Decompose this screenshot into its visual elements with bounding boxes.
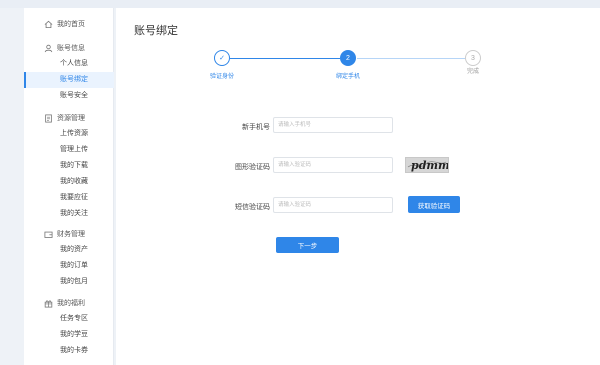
sidebar-item-account-binding[interactable]: 账号绑定 [24, 72, 114, 88]
document-icon [44, 113, 53, 123]
captcha-image[interactable]: pdmm [405, 157, 450, 173]
step-1-circle: ✓ [214, 50, 230, 66]
sidebar-item-monthly[interactable]: 我的包月 [24, 274, 114, 290]
gift-icon [44, 299, 53, 308]
sms-code-label: 短信验证码 [235, 204, 270, 211]
captcha-graphic: pdmm [406, 158, 450, 172]
sidebar-item-upload[interactable]: 上传资源 [24, 126, 114, 142]
home-icon [44, 20, 53, 29]
sidebar-item-favorites[interactable]: 我的收藏 [24, 174, 114, 190]
main-panel: 账号绑定 ✓ 验证身份 2 绑定手机 3 完成 新手机号 请输入手机号 图形验证… [116, 8, 600, 365]
get-sms-code-button[interactable]: 获取验证码 [408, 196, 460, 213]
image-code-label: 图形验证码 [235, 164, 270, 171]
sidebar-head-resources[interactable]: 资源管理 [24, 110, 114, 126]
sidebar-group-resources: 资源管理 上传资源 管理上传 我的下载 我的收藏 我要应征 我的关注 [24, 110, 114, 222]
sidebar-group-account: 账号信息 个人信息 账号绑定 账号安全 [24, 40, 114, 104]
step-2-circle: 2 [340, 50, 356, 66]
sidebar-resources-label: 资源管理 [57, 115, 85, 122]
step-3-circle: 3 [465, 50, 481, 66]
sidebar-welfare-label: 我的福利 [57, 300, 85, 307]
sidebar-item-home[interactable]: 我的首页 [24, 16, 114, 32]
wallet-icon [44, 230, 53, 239]
page-title: 账号绑定 [134, 25, 178, 37]
step-2-number: 2 [346, 54, 350, 62]
sidebar-finance-label: 财务管理 [57, 231, 85, 238]
step-3-label: 完成 [466, 69, 479, 75]
sidebar-group-finance: 财务管理 我的资产 我的订单 我的包月 [24, 226, 114, 290]
top-band [0, 0, 600, 8]
sidebar-item-account-security[interactable]: 账号安全 [24, 88, 114, 104]
sidebar-account-label: 账号信息 [57, 45, 85, 52]
sidebar-item-manage-uploads[interactable]: 管理上传 [24, 142, 114, 158]
step-1-label: 验证身份 [209, 74, 234, 80]
sidebar-item-apply[interactable]: 我要应征 [24, 190, 114, 206]
step-3-number: 3 [471, 54, 475, 62]
sidebar-head-finance[interactable]: 财务管理 [24, 226, 114, 242]
sidebar: 我的首页 账号信息 个人信息 账号绑定 账号安全 资源管理 上传资源 管理上传 … [24, 8, 114, 365]
next-step-button[interactable]: 下一步 [276, 237, 339, 253]
sidebar-item-profile[interactable]: 个人信息 [24, 56, 114, 72]
phone-input[interactable]: 请输入手机号 [273, 117, 393, 133]
sidebar-item-beans[interactable]: 我的学豆 [24, 327, 114, 343]
sidebar-group-home: 我的首页 [24, 16, 114, 32]
image-code-input[interactable]: 请输入验证码 [273, 157, 393, 173]
check-icon: ✓ [219, 55, 225, 62]
sidebar-item-follows[interactable]: 我的关注 [24, 206, 114, 222]
sidebar-item-tasks[interactable]: 任务专区 [24, 311, 114, 327]
sidebar-item-downloads[interactable]: 我的下载 [24, 158, 114, 174]
sidebar-home-label: 我的首页 [57, 21, 85, 28]
step-connector-done [230, 58, 340, 59]
sidebar-item-assets[interactable]: 我的资产 [24, 242, 114, 258]
sidebar-item-orders[interactable]: 我的订单 [24, 258, 114, 274]
phone-label: 新手机号 [242, 124, 270, 131]
sidebar-head-account[interactable]: 账号信息 [24, 40, 114, 56]
sidebar-group-welfare: 我的福利 任务专区 我的学豆 我的卡券 [24, 295, 114, 359]
step-2-label: 绑定手机 [335, 74, 360, 80]
user-icon [44, 44, 53, 53]
sidebar-head-welfare[interactable]: 我的福利 [24, 295, 114, 311]
sms-code-input[interactable]: 请输入验证码 [273, 197, 393, 213]
captcha-text: pdmm [411, 159, 448, 172]
step-connector-pending [357, 58, 465, 59]
sidebar-item-coupons[interactable]: 我的卡券 [24, 343, 114, 359]
